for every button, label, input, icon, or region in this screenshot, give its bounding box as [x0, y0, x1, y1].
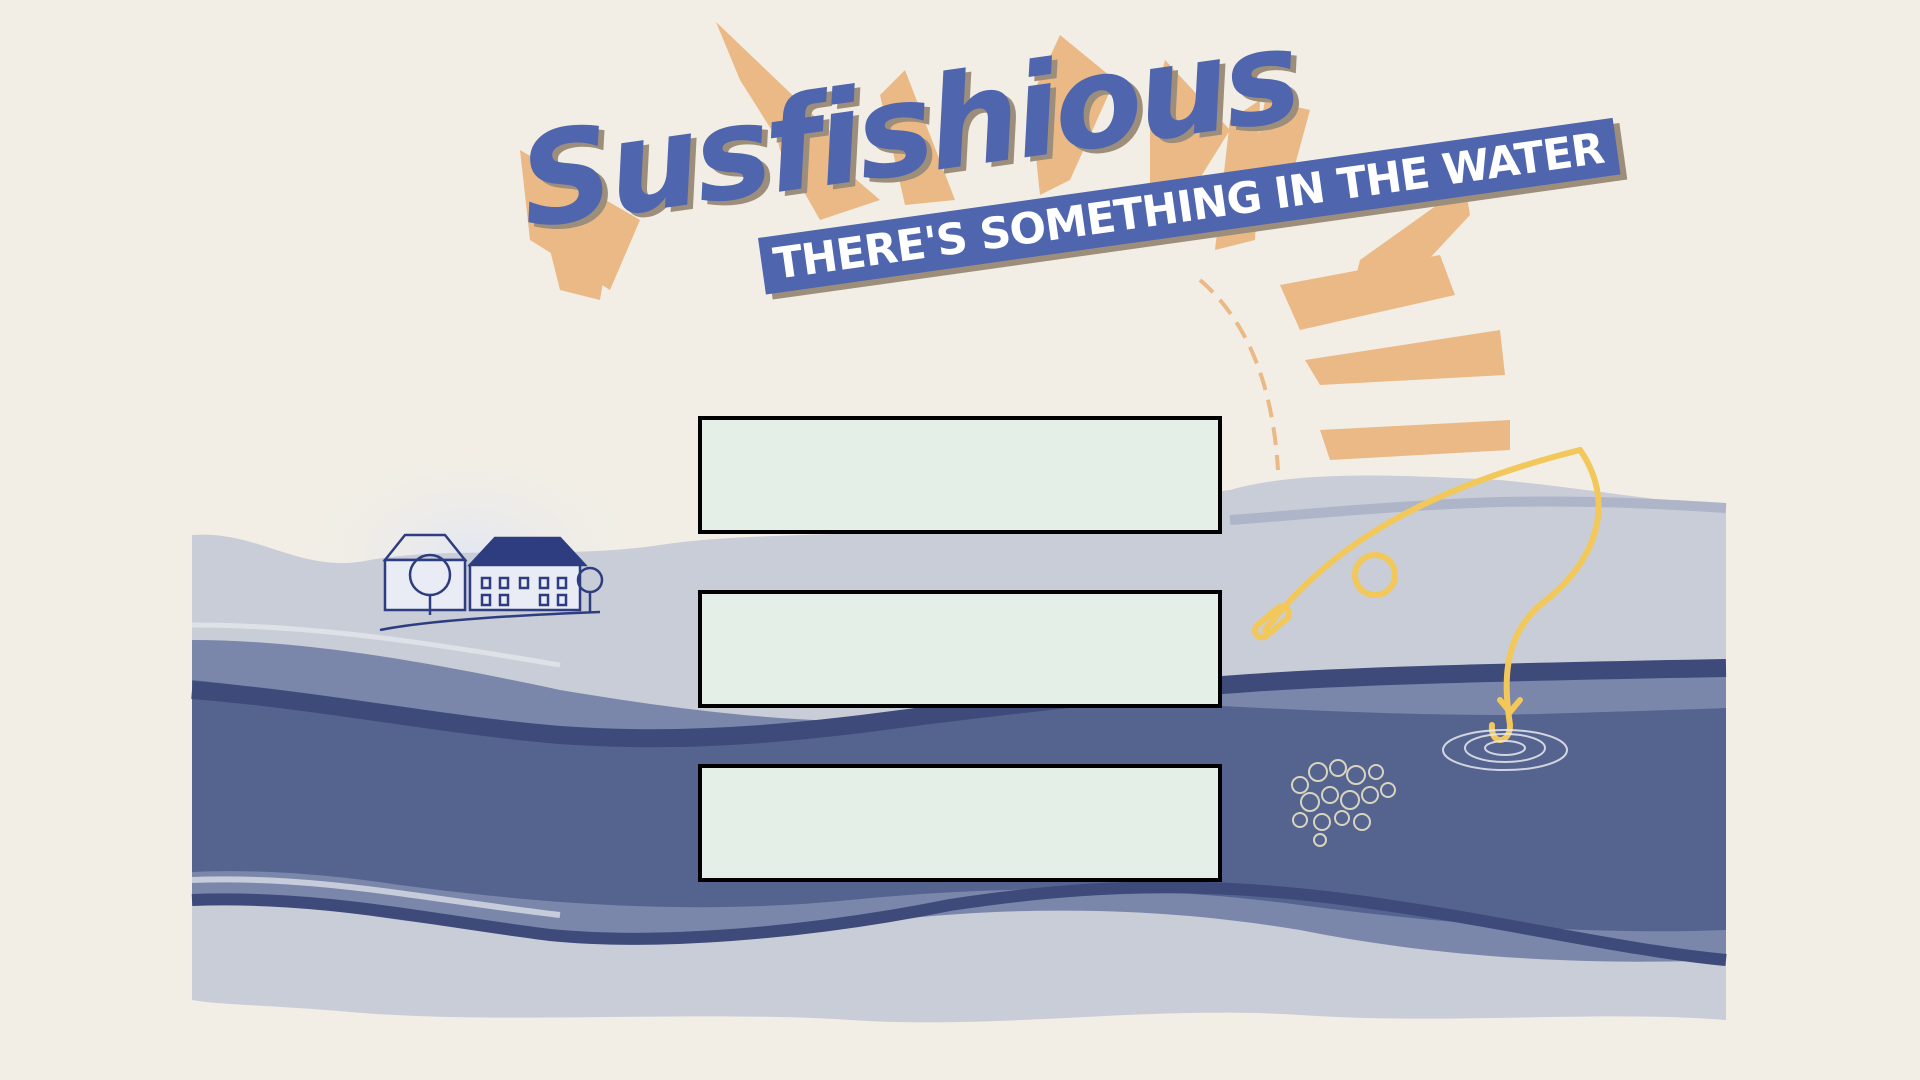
menu-button-3[interactable]	[698, 764, 1222, 882]
title-screen: Susfishious THERE'S SOMETHING IN THE WAT…	[0, 0, 1920, 1080]
menu-button-2[interactable]	[698, 590, 1222, 708]
menu-button-1[interactable]	[698, 416, 1222, 534]
